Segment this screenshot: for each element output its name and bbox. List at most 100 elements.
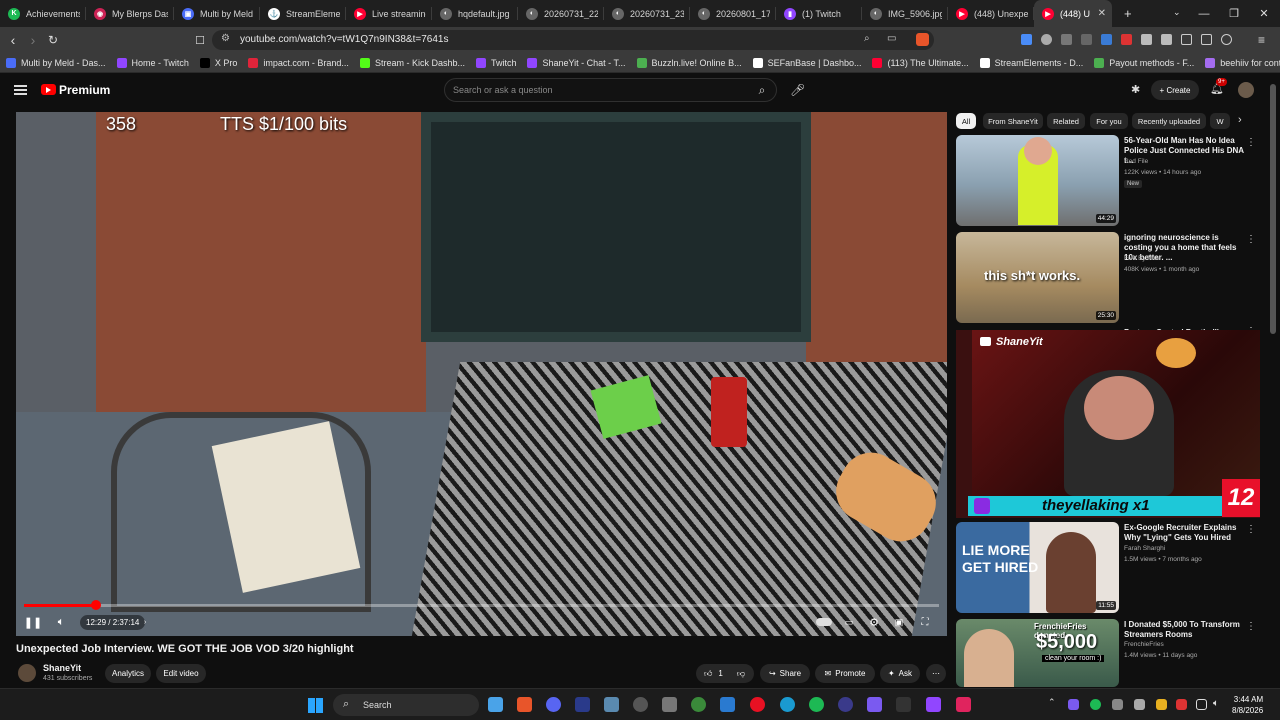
create-button[interactable]: + Create [1151, 80, 1199, 100]
terminal-icon[interactable] [896, 697, 911, 712]
analytics-button[interactable]: Analytics [105, 664, 151, 683]
tray-overflow-icon[interactable]: ⌃ [1048, 697, 1056, 708]
app-icon[interactable] [691, 697, 706, 712]
minimize-button[interactable]: — [1188, 0, 1220, 27]
bookmark-item[interactable]: X Pro [199, 57, 237, 68]
extension-icon[interactable] [1141, 34, 1152, 45]
progress-bar[interactable] [24, 600, 939, 610]
url-bar[interactable]: ⚙ youtube.com/watch?v=tW1Q7n9IN38&t=7641… [212, 30, 934, 50]
browser-tab[interactable]: ◐ 20260801_174 [690, 0, 776, 27]
rec-channel[interactable]: FrenchieFries [1124, 641, 1164, 648]
taskbar-search[interactable]: ⌕ Search [333, 694, 479, 716]
wallet-icon[interactable] [1201, 34, 1212, 45]
sidebar-toggle-icon[interactable] [1181, 34, 1192, 45]
youtube-logo[interactable] [41, 84, 56, 95]
chips-next-icon[interactable]: › [1238, 114, 1242, 126]
start-icon[interactable] [308, 698, 323, 713]
rec-channel[interactable]: Red File [1124, 158, 1148, 165]
browser-tab[interactable]: ▮ (1) Twitch [776, 0, 862, 27]
channel-name[interactable]: ShaneYit [43, 663, 81, 673]
app-icon[interactable] [662, 697, 677, 712]
bookmark-item[interactable]: (113) The Ultimate... [872, 57, 969, 68]
app-icon[interactable] [867, 697, 882, 712]
more-options-icon[interactable]: ⋮ [1246, 524, 1256, 535]
browser-tab[interactable]: ◐ IMG_5906.jpg [862, 0, 948, 27]
miniplayer-icon[interactable]: ▣ [892, 612, 906, 632]
cast-icon[interactable]: ▭ [887, 33, 896, 44]
network-icon[interactable] [1196, 699, 1207, 710]
extension-icon[interactable] [1121, 34, 1132, 45]
bookmark-item[interactable]: SEFanBase | Dashbo... [752, 57, 861, 68]
edit-video-button[interactable]: Edit video [156, 664, 206, 683]
bookmark-item[interactable]: beehiiv for content... [1205, 57, 1280, 68]
maximize-button[interactable]: ❐ [1218, 0, 1250, 27]
rec-channel[interactable]: Farah Sharghi [1124, 545, 1165, 552]
new-tab-button[interactable]: + [1124, 6, 1132, 21]
video-player[interactable]: 358 TTS $1/100 bits ❚❚ 🔈︎ 12:29 / 2:37:1… [16, 112, 947, 636]
bookmark-item[interactable]: Stream - Kick Dashb... [359, 57, 465, 68]
tray-icon[interactable] [1068, 699, 1079, 710]
filter-chip[interactable]: For you [1090, 113, 1128, 129]
microphone-icon[interactable]: 🎤︎ [790, 83, 805, 97]
bookmark-item[interactable]: Multi by Meld - Das... [6, 57, 106, 68]
tray-icon[interactable] [1176, 699, 1187, 710]
share-button[interactable]: ↪ Share [760, 664, 810, 683]
settings-icon[interactable]: ⚙ [867, 612, 881, 632]
site-info-icon[interactable]: ⚙ [221, 33, 230, 44]
filter-chip[interactable]: From ShaneYit [983, 113, 1043, 129]
menu-icon[interactable]: ≡ [1258, 33, 1265, 47]
tab-search-icon[interactable]: ⌄ [1173, 7, 1181, 18]
browser-tab[interactable]: ▣ Multi by Meld [174, 0, 260, 27]
filter-chip[interactable]: Related [1047, 113, 1085, 129]
rec-title[interactable]: I Donated $5,000 To Transform Streamers … [1124, 620, 1244, 640]
bookmark-item[interactable]: Buzzln.live! Online B... [636, 57, 742, 68]
clock[interactable]: 3:44 AM 8/8/2026 [1232, 694, 1263, 716]
premium-label[interactable]: Premium [59, 83, 110, 97]
account-avatar[interactable] [1238, 82, 1254, 98]
channel-avatar[interactable] [18, 664, 36, 682]
bookmark-item[interactable]: Twitch [475, 57, 516, 68]
video-thumbnail[interactable]: LIE MORE GET HIRED 11:55 [956, 522, 1119, 613]
browser-tab[interactable]: ◐ 20260731_223 [518, 0, 604, 27]
video-thumbnail[interactable]: 44:29 [956, 135, 1119, 226]
captions-icon[interactable]: ▭ [842, 612, 856, 632]
more-options-icon[interactable]: ⋮ [1246, 137, 1256, 148]
extension-icon[interactable] [1081, 34, 1092, 45]
extension-icon[interactable] [1101, 34, 1112, 45]
bookmark-item[interactable]: StreamElements - D... [979, 57, 1083, 68]
like-button[interactable]: 👍︎ 1 👎︎ [696, 664, 754, 683]
extension-icon[interactable] [1041, 34, 1052, 45]
scrollbar-thumb[interactable] [1270, 84, 1276, 334]
youtube-app-icon[interactable] [750, 697, 765, 712]
video-thumbnail[interactable]: this sh*t works. 25:30 [956, 232, 1119, 323]
back-icon[interactable]: ‹ [4, 31, 22, 49]
bookmark-item[interactable]: Payout methods - F... [1094, 57, 1194, 68]
next-chapter-icon[interactable]: › [140, 612, 150, 632]
vpn-icon[interactable] [1221, 34, 1232, 45]
thumbs-down-icon[interactable]: 👎︎ [737, 669, 745, 679]
obs-icon[interactable] [633, 697, 648, 712]
brave-shield-icon[interactable] [916, 33, 929, 46]
file-explorer-icon[interactable] [488, 697, 503, 712]
bookmark-item[interactable]: ShaneYit - Chat - T... [527, 57, 626, 68]
discord-icon[interactable] [546, 697, 561, 712]
extension-icon[interactable] [1061, 34, 1072, 45]
app-icon[interactable] [956, 697, 971, 712]
rec-channel[interactable]: Five By Nine [1124, 255, 1161, 262]
extension-icon[interactable] [1021, 34, 1032, 45]
tray-icon[interactable] [1090, 699, 1101, 710]
volume-icon[interactable]: 🔈︎ [52, 612, 70, 632]
search-icon[interactable]: ⌕ [748, 79, 776, 101]
zoom-icon[interactable]: ⌕ [864, 33, 870, 44]
app-icon[interactable] [604, 697, 619, 712]
search-input[interactable]: Search or ask a question [453, 85, 553, 95]
browser-tab[interactable]: ◐ hqdefault.jpg [432, 0, 518, 27]
browser-tab[interactable]: ◐ 20260731_234 [604, 0, 690, 27]
extension-gear-icon[interactable]: ✱ [1131, 83, 1140, 96]
browser-tab[interactable]: ▶ Live streaming [346, 0, 432, 27]
spotify-icon[interactable] [809, 697, 824, 712]
video-thumbnail[interactable]: FrenchieFries donated $5,000 clean your … [956, 619, 1119, 687]
brave-icon[interactable] [517, 697, 532, 712]
tray-icon[interactable] [1112, 699, 1123, 710]
app-icon[interactable] [575, 697, 590, 712]
